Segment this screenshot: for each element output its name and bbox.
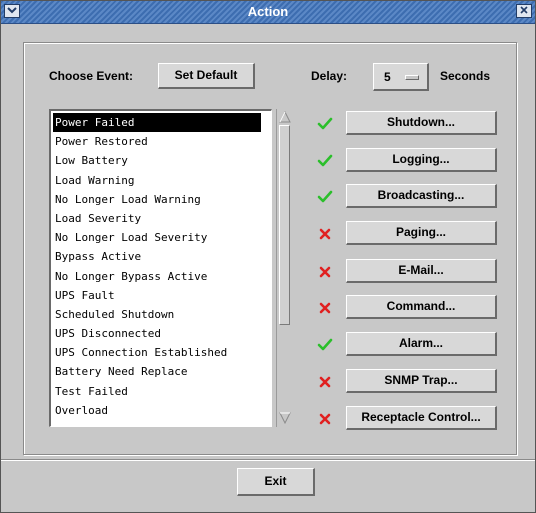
event-list-item[interactable]: UPS Connection Established (53, 343, 261, 362)
cross-icon (317, 264, 333, 280)
close-icon (520, 5, 528, 17)
option-menu-indicator-icon (405, 75, 419, 80)
event-list-item[interactable]: Bypass Active (53, 247, 261, 266)
cross-icon (317, 300, 333, 316)
action-button-logging[interactable]: Logging... (346, 148, 497, 172)
event-list-scrollbar[interactable] (276, 109, 292, 427)
exit-button[interactable]: Exit (237, 468, 315, 496)
event-list-item[interactable]: Load Severity (53, 209, 261, 228)
action-button-shutdown[interactable]: Shutdown... (346, 111, 497, 135)
check-icon (317, 337, 333, 353)
title-bar[interactable]: Action (1, 1, 535, 24)
cross-icon (317, 374, 333, 390)
event-list-item[interactable]: Load Warning (53, 171, 261, 190)
delay-label: Delay: (311, 69, 348, 83)
action-window: Action Choose Event: Set Default Delay: … (0, 0, 536, 513)
check-icon (317, 116, 333, 132)
event-list-item[interactable]: Overload (53, 401, 261, 420)
action-button-snmp-trap[interactable]: SNMP Trap... (346, 369, 497, 393)
choose-event-label: Choose Event: (49, 69, 134, 83)
event-list-item[interactable]: UPS Disconnected (53, 324, 261, 343)
event-list-item[interactable]: No Longer Load Severity (53, 228, 261, 247)
event-list-items: Power Failed Power Restored Low Battery Loa… (51, 111, 271, 420)
cross-icon (317, 411, 333, 427)
footer-divider (1, 459, 535, 461)
action-button-command[interactable]: Command... (346, 295, 497, 319)
window-title: Action (247, 4, 289, 19)
action-button-e-mail[interactable]: E-Mail... (346, 259, 497, 283)
action-button-broadcasting[interactable]: Broadcasting... (346, 184, 497, 208)
event-list-item[interactable]: Scheduled Shutdown (53, 305, 261, 324)
close-button[interactable] (516, 4, 532, 18)
set-default-button[interactable]: Set Default (158, 63, 255, 89)
action-button-paging[interactable]: Paging... (346, 221, 497, 245)
event-list-item[interactable]: No Longer Load Warning (53, 190, 261, 209)
event-list[interactable]: Power Failed Power Restored Low Battery Loa… (49, 109, 272, 427)
delay-value: 5 (384, 70, 391, 84)
event-list-item[interactable]: Battery Need Replace (53, 362, 261, 381)
action-button-alarm[interactable]: Alarm... (346, 332, 497, 356)
event-list-item[interactable]: Power Failed (53, 113, 261, 133)
scroll-up-arrow-icon[interactable] (278, 110, 292, 124)
scroll-thumb[interactable] (279, 125, 290, 325)
delay-select[interactable]: 5 (373, 63, 429, 91)
scroll-down-arrow-icon[interactable] (278, 411, 292, 425)
event-list-item[interactable]: No Longer Bypass Active (53, 267, 261, 286)
check-icon (317, 153, 333, 169)
event-list-item[interactable]: UPS Fault (53, 286, 261, 305)
check-icon (317, 189, 333, 205)
seconds-label: Seconds (440, 69, 491, 83)
event-list-item[interactable]: Low Battery (53, 151, 261, 170)
event-list-item[interactable]: Test Failed (53, 382, 261, 401)
event-list-item[interactable]: Power Restored (53, 132, 261, 151)
cross-icon (317, 226, 333, 242)
action-button-receptacle-control[interactable]: Receptacle Control... (346, 406, 497, 430)
